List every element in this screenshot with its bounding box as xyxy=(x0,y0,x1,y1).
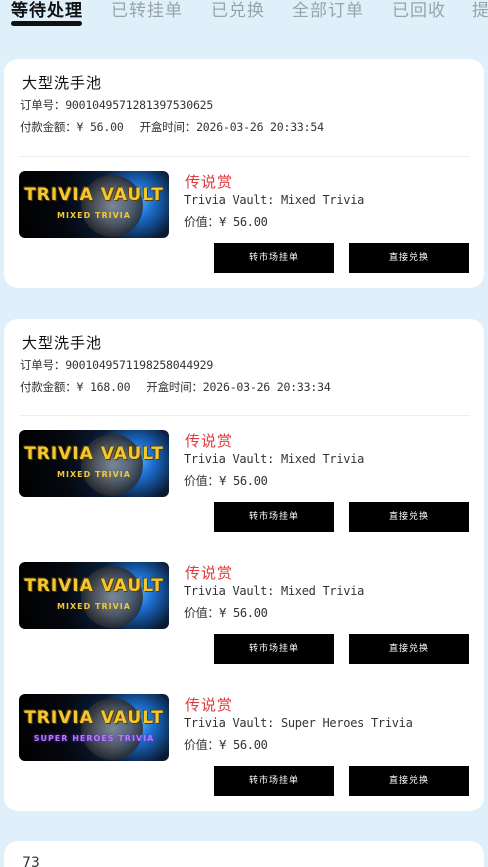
order-number-label: 订单号： xyxy=(20,358,66,372)
prize-item: TRIVIA VAULT MIXED TRIVIA 传说赏 Trivia Vau… xyxy=(4,562,484,690)
list-on-market-button[interactable]: 转市场挂单 xyxy=(214,634,334,664)
prize-name: Trivia Vault: Mixed Trivia xyxy=(184,193,365,207)
thumb-title: TRIVIA VAULT xyxy=(24,708,164,728)
prize-item: TRIVIA VAULT SUPER HEROES TRIVIA 传说赏 Tri… xyxy=(4,694,484,822)
list-on-market-button[interactable]: 转市场挂单 xyxy=(214,766,334,796)
prize-value: ¥ 56.00 xyxy=(219,474,268,488)
thumb-subtitle: SUPER HEROES TRIVIA xyxy=(33,734,155,743)
order-number: 9001049571198258044929 xyxy=(65,358,214,372)
divider xyxy=(20,415,470,416)
open-time-value: 2026-03-26 20:33:34 xyxy=(202,380,331,394)
redeem-now-button[interactable]: 直接兑换 xyxy=(349,502,469,532)
prize-name: Trivia Vault: Mixed Trivia xyxy=(184,584,365,598)
redeem-now-button[interactable]: 直接兑换 xyxy=(349,766,469,796)
open-time-label: 开盒时间： xyxy=(146,380,203,394)
amount-value: ¥ 168.00 xyxy=(76,380,131,394)
value-label: 价值： xyxy=(184,474,220,488)
prize-name: Trivia Vault: Super Heroes Trivia xyxy=(184,716,413,730)
order-card-partial: 73 xyxy=(4,841,484,867)
prize-name: Trivia Vault: Mixed Trivia xyxy=(184,452,365,466)
prize-value-row: 价值：¥ 56.00 xyxy=(184,213,268,230)
value-label: 价值： xyxy=(184,606,220,620)
amount-label: 付款金额： xyxy=(20,120,77,134)
order-number: 9001049571281397530625 xyxy=(65,98,214,112)
prize-tier: 传说赏 xyxy=(185,564,234,582)
partial-card-text: 73 xyxy=(22,855,40,867)
thumb-title: TRIVIA VAULT xyxy=(24,576,164,596)
active-tab-indicator xyxy=(11,21,82,26)
order-card: 大型洗手池 订单号：9001049571281397530625 付款金额：¥ … xyxy=(4,59,484,288)
thumb-title: TRIVIA VAULT xyxy=(24,185,164,205)
thumb-subtitle: MIXED TRIVIA xyxy=(57,602,131,611)
amount-label: 付款金额： xyxy=(20,380,77,394)
tab-pending[interactable]: 等待处理 xyxy=(11,0,83,21)
order-number-row: 订单号：9001049571198258044929 xyxy=(20,357,213,373)
prize-thumbnail: TRIVIA VAULT MIXED TRIVIA xyxy=(19,171,169,238)
prize-value: ¥ 56.00 xyxy=(219,738,268,752)
prize-value-row: 价值：¥ 56.00 xyxy=(184,604,268,621)
list-on-market-button[interactable]: 转市场挂单 xyxy=(214,502,334,532)
prize-thumbnail: TRIVIA VAULT MIXED TRIVIA xyxy=(19,430,169,497)
order-number-label: 订单号： xyxy=(20,98,66,112)
prize-value: ¥ 56.00 xyxy=(219,215,268,229)
thumb-subtitle: MIXED TRIVIA xyxy=(57,211,131,220)
tab-listed[interactable]: 已转挂单 xyxy=(111,0,183,21)
prize-value: ¥ 56.00 xyxy=(219,606,268,620)
prize-tier: 传说赏 xyxy=(185,696,234,714)
list-on-market-button[interactable]: 转市场挂单 xyxy=(214,243,334,273)
prize-tier: 传说赏 xyxy=(185,173,234,191)
prize-thumbnail: TRIVIA VAULT MIXED TRIVIA xyxy=(19,562,169,629)
value-label: 价值： xyxy=(184,738,220,752)
order-title: 大型洗手池 xyxy=(22,74,103,92)
thumb-subtitle: MIXED TRIVIA xyxy=(57,470,131,479)
order-status-tabs: 等待处理 已转挂单 已兑换 全部订单 已回收 提 xyxy=(0,0,488,32)
thumb-title: TRIVIA VAULT xyxy=(24,444,164,464)
order-payment-row: 付款金额：¥ 56.00 开盒时间：2026-03-26 20:33:54 xyxy=(20,119,324,135)
open-time-value: 2026-03-26 20:33:54 xyxy=(196,120,324,134)
open-time-label: 开盒时间： xyxy=(139,120,197,134)
tab-all-orders[interactable]: 全部订单 xyxy=(292,0,364,21)
redeem-now-button[interactable]: 直接兑换 xyxy=(349,634,469,664)
amount-value: ¥ 56.00 xyxy=(76,120,124,134)
prize-tier: 传说赏 xyxy=(185,432,234,450)
prize-item: TRIVIA VAULT MIXED TRIVIA 传说赏 Trivia Vau… xyxy=(4,171,484,299)
order-title: 大型洗手池 xyxy=(22,334,103,352)
tab-more[interactable]: 提 xyxy=(472,0,488,21)
prize-value-row: 价值：¥ 56.00 xyxy=(184,736,268,753)
value-label: 价值： xyxy=(184,215,220,229)
tab-recycled[interactable]: 已回收 xyxy=(392,0,446,21)
order-number-row: 订单号：9001049571281397530625 xyxy=(20,97,213,113)
prize-thumbnail: TRIVIA VAULT SUPER HEROES TRIVIA xyxy=(19,694,169,761)
order-card: 大型洗手池 订单号：9001049571198258044929 付款金额：¥ … xyxy=(4,319,484,811)
tab-redeemed[interactable]: 已兑换 xyxy=(211,0,265,21)
divider xyxy=(20,156,470,157)
redeem-now-button[interactable]: 直接兑换 xyxy=(349,243,469,273)
prize-value-row: 价值：¥ 56.00 xyxy=(184,472,268,489)
order-payment-row: 付款金额：¥ 168.00 开盒时间：2026-03-26 20:33:34 xyxy=(20,379,331,395)
prize-item: TRIVIA VAULT MIXED TRIVIA 传说赏 Trivia Vau… xyxy=(4,430,484,558)
